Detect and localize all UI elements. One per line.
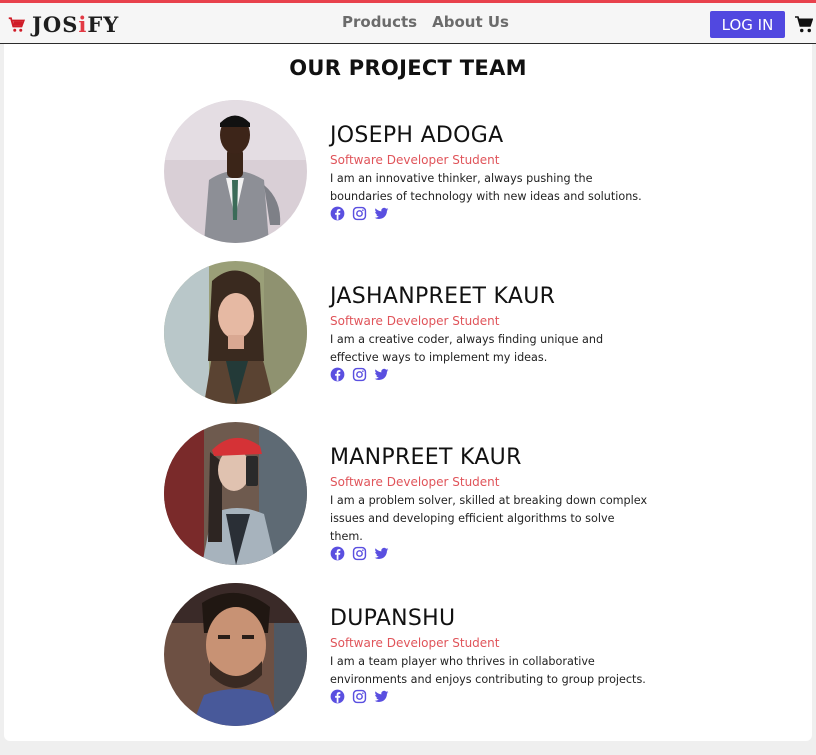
member-role: Software Developer Student — [330, 314, 500, 328]
instagram-icon[interactable] — [352, 546, 367, 561]
avatar — [164, 261, 307, 404]
member-name: DUPANSHU — [330, 606, 456, 631]
member-name: JOSEPH ADOGA — [330, 123, 504, 148]
facebook-icon[interactable] — [330, 546, 345, 561]
social-links — [330, 689, 650, 704]
member-bio: I am an innovative thinker, always pushi… — [330, 172, 642, 203]
instagram-icon[interactable] — [352, 367, 367, 382]
member-info: JOSEPH ADOGA Software Developer Student … — [330, 123, 650, 221]
twitter-icon[interactable] — [374, 367, 389, 382]
cart-logo-icon — [8, 16, 26, 32]
facebook-icon[interactable] — [330, 367, 345, 382]
member-info: DUPANSHU Software Developer Student I am… — [330, 606, 650, 704]
brand-name: JOSiFY — [32, 12, 120, 37]
facebook-icon[interactable] — [330, 206, 345, 221]
nav-about-us[interactable]: About Us — [432, 13, 509, 31]
team-member-card: JOSEPH ADOGA Software Developer Student … — [164, 100, 664, 245]
social-links — [330, 206, 650, 221]
member-name: MANPREET KAUR — [330, 445, 522, 470]
member-bio: I am a team player who thrives in collab… — [330, 655, 646, 686]
twitter-icon[interactable] — [374, 206, 389, 221]
shopping-cart-icon[interactable] — [795, 16, 813, 33]
instagram-icon[interactable] — [352, 206, 367, 221]
login-button[interactable]: LOG IN — [710, 11, 785, 38]
main-nav: Products About Us — [342, 13, 509, 31]
member-role: Software Developer Student — [330, 475, 500, 489]
nav-products[interactable]: Products — [342, 13, 417, 31]
avatar — [164, 100, 307, 243]
team-member-card: DUPANSHU Software Developer Student I am… — [164, 583, 664, 728]
avatar — [164, 422, 307, 565]
facebook-icon[interactable] — [330, 689, 345, 704]
twitter-icon[interactable] — [374, 546, 389, 561]
member-info: JASHANPREET KAUR Software Developer Stud… — [330, 284, 650, 382]
team-member-card: JASHANPREET KAUR Software Developer Stud… — [164, 261, 664, 406]
top-navbar: JOSiFY Products About Us LOG IN — [0, 0, 816, 44]
twitter-icon[interactable] — [374, 689, 389, 704]
page-title: OUR PROJECT TEAM — [289, 56, 527, 80]
member-info: MANPREET KAUR Software Developer Student… — [330, 445, 650, 561]
team-member-card: MANPREET KAUR Software Developer Student… — [164, 422, 664, 567]
social-links — [330, 367, 650, 382]
member-name: JASHANPREET KAUR — [330, 284, 556, 309]
member-bio: I am a creative coder, always finding un… — [330, 333, 604, 364]
brand-logo[interactable]: JOSiFY — [8, 12, 119, 37]
member-role: Software Developer Student — [330, 636, 500, 650]
member-bio: I am a problem solver, skilled at breaki… — [330, 494, 648, 543]
avatar — [164, 583, 307, 726]
instagram-icon[interactable] — [352, 689, 367, 704]
social-links — [330, 546, 650, 561]
member-role: Software Developer Student — [330, 153, 500, 167]
